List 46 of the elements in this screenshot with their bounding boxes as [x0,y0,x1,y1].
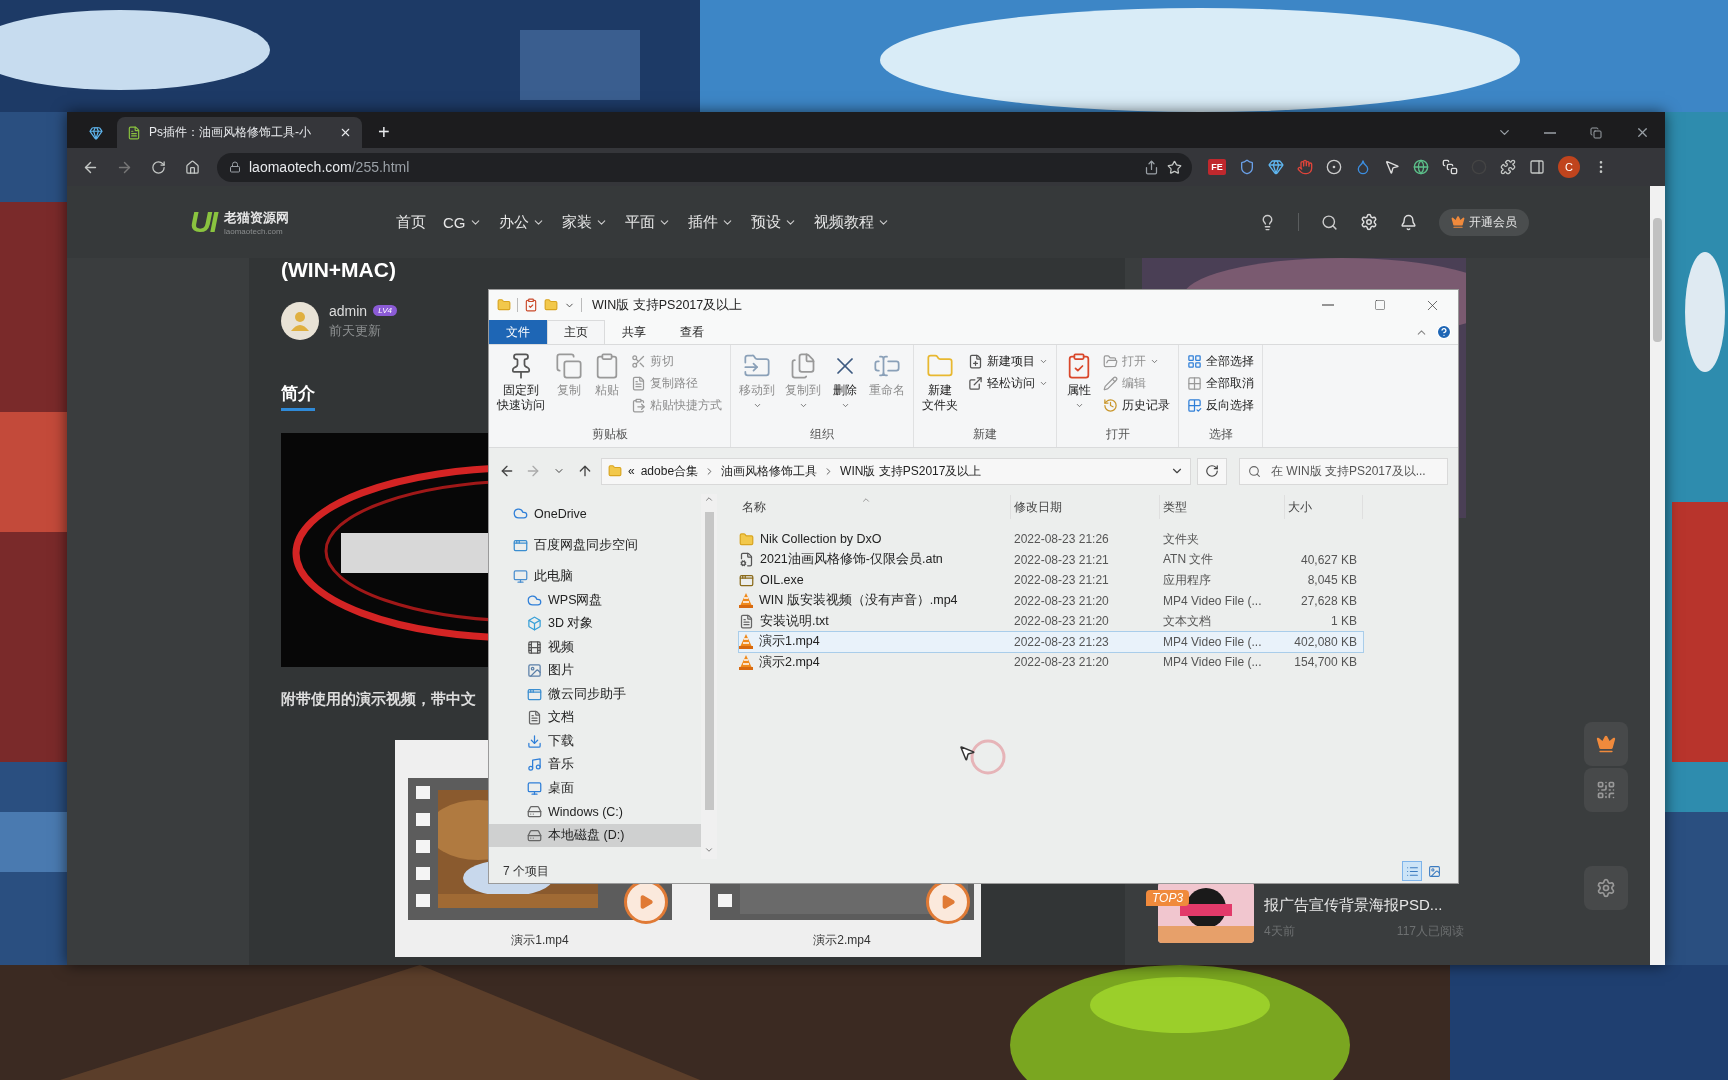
article-title: (WIN+MAC) [281,257,397,283]
type-cell-text: MP4 Video File (... [1162,655,1263,670]
group-label: 剪贴板 [590,426,629,443]
date-cell-text: 2022-08-23 21:26 [1013,532,1110,547]
item-count: 7 个项目 [503,862,549,880]
size-cell-text: 27,628 KB [1299,593,1358,608]
group-label: 组织 [809,426,835,443]
size-cell-text: 8,045 KB [1306,573,1358,588]
group-label: 打开 [1104,426,1131,443]
update-time: 前天更新 [329,321,382,340]
date-cell-text: 2022-08-23 21:20 [1013,614,1110,629]
author-name: admin [329,302,368,319]
date-cell-text: 2022-08-23 21:23 [1013,634,1110,649]
date-cell-text: 2022-08-23 21:20 [1013,655,1110,670]
file-name: OIL.exe [739,572,1011,588]
file-name: Nik Collection by DxO [739,531,1011,547]
type-cell-text: ATN 文件 [1162,551,1215,569]
type-cell-text: 应用程序 [1162,571,1212,589]
date-cell-text: 2022-08-23 21:21 [1013,573,1110,588]
file-name: 安装说明.txt [739,612,1011,630]
group-label: 新建 [972,426,998,443]
article-text: 附带使用的演示视频，带中文 [281,690,476,709]
file-name: 演示1.mp4 [739,633,1011,651]
logo-mark: UI [190,205,216,239]
type-cell-text: MP4 Video File (... [1162,593,1263,608]
file-name: 演示2.mp4 [739,653,1011,671]
window-title: WIN版 支持PS2017及以上 [592,296,743,314]
rank-badge: TOP3 [1146,890,1190,906]
section-heading: 简介 [281,382,315,411]
video-caption: 演示2.mp4 [813,932,871,949]
site-domain: laomaotech.com [224,226,284,236]
size-cell-text: 1 KB [1330,614,1358,629]
level-badge: LV4 [373,305,397,316]
type-cell-text: 文件夹 [1162,530,1200,548]
size-cell-text: 154,700 KB [1293,655,1358,670]
file-name: WIN 版安装视频（没有声音）.mp4 [739,592,1011,610]
group-label: 选择 [1207,426,1234,443]
file-name: 2021油画风格修饰-仅限会员.atn [739,551,1011,569]
size-cell-text: 40,627 KB [1299,552,1358,567]
date-cell-text: 2022-08-23 21:21 [1013,552,1110,567]
type-cell-text: 文本文档 [1162,612,1212,630]
site-name: 老猫资源网 [224,208,289,227]
video-caption: 演示1.mp4 [511,932,569,949]
type-cell-text: MP4 Video File (... [1162,634,1263,649]
size-cell-text: 402,080 KB [1293,634,1358,649]
date-cell-text: 2022-08-23 21:20 [1013,593,1110,608]
